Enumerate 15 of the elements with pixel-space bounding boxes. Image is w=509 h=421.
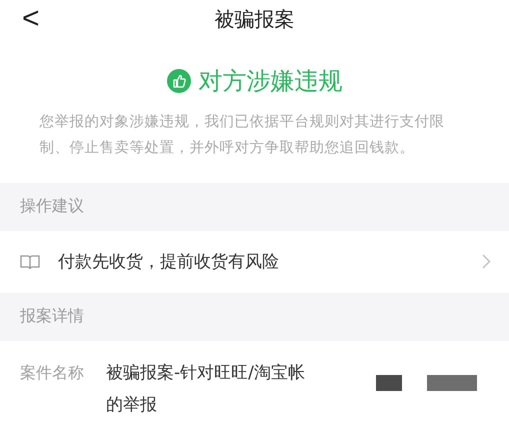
book-icon xyxy=(20,254,40,270)
section-heading: 操作建议 xyxy=(0,182,509,231)
section-heading: 报案详情 xyxy=(0,292,509,341)
thumbs-up-icon xyxy=(166,68,190,93)
field-label: 案件名称 xyxy=(20,362,84,384)
chevron-right-icon xyxy=(482,254,491,270)
redaction-mark xyxy=(376,374,402,391)
page-title: 被骗报案 xyxy=(214,6,294,33)
back-button[interactable]: < xyxy=(16,2,46,36)
advice-row[interactable]: 付款先收货，提前收货有风险 xyxy=(0,230,509,293)
status-description: 您举报的对象涉嫌违规，我们已依据平台规则对其进行支付限制、停止售卖等处置，并外呼对方争取帮助您追回钱款。 xyxy=(40,112,446,158)
field-value: 被骗报案-针对旺旺/淘宝帐的举报 xyxy=(106,362,306,417)
advice-text: 付款先收货，提前收货有风险 xyxy=(58,251,280,274)
redaction-mark xyxy=(427,374,477,391)
status-title: 对方涉嫌违规 xyxy=(198,66,342,97)
